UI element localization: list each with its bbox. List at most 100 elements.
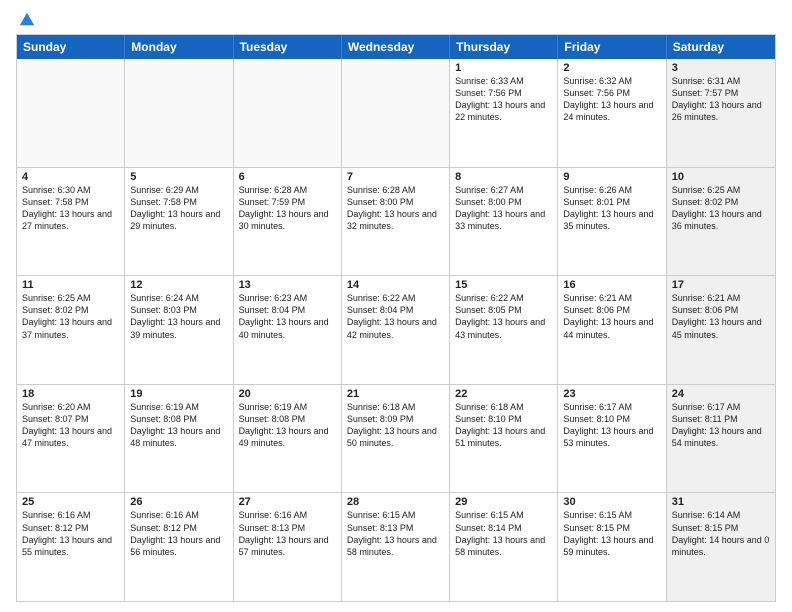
day-number: 2: [563, 62, 660, 74]
cell-info: Sunrise: 6:25 AM Sunset: 8:02 PM Dayligh…: [22, 292, 119, 341]
cal-cell: 22Sunrise: 6:18 AM Sunset: 8:10 PM Dayli…: [450, 385, 558, 493]
cal-header-wednesday: Wednesday: [342, 35, 450, 59]
day-number: 16: [563, 279, 660, 291]
cell-info: Sunrise: 6:25 AM Sunset: 8:02 PM Dayligh…: [672, 184, 770, 233]
logo: [16, 10, 36, 28]
day-number: 21: [347, 388, 444, 400]
cell-info: Sunrise: 6:15 AM Sunset: 8:13 PM Dayligh…: [347, 509, 444, 558]
day-number: 25: [22, 496, 119, 508]
cal-cell: 24Sunrise: 6:17 AM Sunset: 8:11 PM Dayli…: [667, 385, 775, 493]
cell-info: Sunrise: 6:31 AM Sunset: 7:57 PM Dayligh…: [672, 75, 770, 124]
day-number: 30: [563, 496, 660, 508]
cal-week-2: 4Sunrise: 6:30 AM Sunset: 7:58 PM Daylig…: [17, 167, 775, 276]
cal-cell: 29Sunrise: 6:15 AM Sunset: 8:14 PM Dayli…: [450, 493, 558, 601]
day-number: 31: [672, 496, 770, 508]
day-number: 9: [563, 171, 660, 183]
cal-cell: 28Sunrise: 6:15 AM Sunset: 8:13 PM Dayli…: [342, 493, 450, 601]
cal-cell: 14Sunrise: 6:22 AM Sunset: 8:04 PM Dayli…: [342, 276, 450, 384]
calendar-body: 1Sunrise: 6:33 AM Sunset: 7:56 PM Daylig…: [17, 59, 775, 601]
cal-cell: [125, 59, 233, 167]
cal-cell: 19Sunrise: 6:19 AM Sunset: 8:08 PM Dayli…: [125, 385, 233, 493]
day-number: 12: [130, 279, 227, 291]
day-number: 11: [22, 279, 119, 291]
cal-header-thursday: Thursday: [450, 35, 558, 59]
day-number: 19: [130, 388, 227, 400]
cal-cell: 27Sunrise: 6:16 AM Sunset: 8:13 PM Dayli…: [234, 493, 342, 601]
cal-header-monday: Monday: [125, 35, 233, 59]
cell-info: Sunrise: 6:29 AM Sunset: 7:58 PM Dayligh…: [130, 184, 227, 233]
cell-info: Sunrise: 6:22 AM Sunset: 8:05 PM Dayligh…: [455, 292, 552, 341]
cal-cell: 8Sunrise: 6:27 AM Sunset: 8:00 PM Daylig…: [450, 168, 558, 276]
cal-cell: [234, 59, 342, 167]
day-number: 28: [347, 496, 444, 508]
cal-header-friday: Friday: [558, 35, 666, 59]
day-number: 20: [239, 388, 336, 400]
cal-cell: 13Sunrise: 6:23 AM Sunset: 8:04 PM Dayli…: [234, 276, 342, 384]
day-number: 3: [672, 62, 770, 74]
cal-cell: 31Sunrise: 6:14 AM Sunset: 8:15 PM Dayli…: [667, 493, 775, 601]
cell-info: Sunrise: 6:14 AM Sunset: 8:15 PM Dayligh…: [672, 509, 770, 558]
header: [16, 10, 776, 28]
day-number: 4: [22, 171, 119, 183]
cell-info: Sunrise: 6:30 AM Sunset: 7:58 PM Dayligh…: [22, 184, 119, 233]
day-number: 7: [347, 171, 444, 183]
cal-cell: 5Sunrise: 6:29 AM Sunset: 7:58 PM Daylig…: [125, 168, 233, 276]
day-number: 18: [22, 388, 119, 400]
cal-cell: 11Sunrise: 6:25 AM Sunset: 8:02 PM Dayli…: [17, 276, 125, 384]
day-number: 8: [455, 171, 552, 183]
cell-info: Sunrise: 6:27 AM Sunset: 8:00 PM Dayligh…: [455, 184, 552, 233]
day-number: 23: [563, 388, 660, 400]
cal-week-3: 11Sunrise: 6:25 AM Sunset: 8:02 PM Dayli…: [17, 275, 775, 384]
cal-cell: 12Sunrise: 6:24 AM Sunset: 8:03 PM Dayli…: [125, 276, 233, 384]
cal-cell: 3Sunrise: 6:31 AM Sunset: 7:57 PM Daylig…: [667, 59, 775, 167]
cell-info: Sunrise: 6:21 AM Sunset: 8:06 PM Dayligh…: [563, 292, 660, 341]
cal-cell: 10Sunrise: 6:25 AM Sunset: 8:02 PM Dayli…: [667, 168, 775, 276]
cell-info: Sunrise: 6:33 AM Sunset: 7:56 PM Dayligh…: [455, 75, 552, 124]
day-number: 29: [455, 496, 552, 508]
cell-info: Sunrise: 6:17 AM Sunset: 8:10 PM Dayligh…: [563, 401, 660, 450]
cal-cell: 23Sunrise: 6:17 AM Sunset: 8:10 PM Dayli…: [558, 385, 666, 493]
cell-info: Sunrise: 6:28 AM Sunset: 8:00 PM Dayligh…: [347, 184, 444, 233]
cal-cell: 21Sunrise: 6:18 AM Sunset: 8:09 PM Dayli…: [342, 385, 450, 493]
cal-cell: 1Sunrise: 6:33 AM Sunset: 7:56 PM Daylig…: [450, 59, 558, 167]
cal-cell: 25Sunrise: 6:16 AM Sunset: 8:12 PM Dayli…: [17, 493, 125, 601]
cell-info: Sunrise: 6:19 AM Sunset: 8:08 PM Dayligh…: [130, 401, 227, 450]
cell-info: Sunrise: 6:20 AM Sunset: 8:07 PM Dayligh…: [22, 401, 119, 450]
calendar-header-row: SundayMondayTuesdayWednesdayThursdayFrid…: [17, 35, 775, 59]
day-number: 6: [239, 171, 336, 183]
cell-info: Sunrise: 6:18 AM Sunset: 8:09 PM Dayligh…: [347, 401, 444, 450]
day-number: 5: [130, 171, 227, 183]
cal-cell: 4Sunrise: 6:30 AM Sunset: 7:58 PM Daylig…: [17, 168, 125, 276]
cal-cell: 26Sunrise: 6:16 AM Sunset: 8:12 PM Dayli…: [125, 493, 233, 601]
day-number: 27: [239, 496, 336, 508]
cell-info: Sunrise: 6:15 AM Sunset: 8:15 PM Dayligh…: [563, 509, 660, 558]
cell-info: Sunrise: 6:32 AM Sunset: 7:56 PM Dayligh…: [563, 75, 660, 124]
page: SundayMondayTuesdayWednesdayThursdayFrid…: [0, 0, 792, 612]
cal-cell: 9Sunrise: 6:26 AM Sunset: 8:01 PM Daylig…: [558, 168, 666, 276]
cell-info: Sunrise: 6:28 AM Sunset: 7:59 PM Dayligh…: [239, 184, 336, 233]
cal-cell: 16Sunrise: 6:21 AM Sunset: 8:06 PM Dayli…: [558, 276, 666, 384]
cal-cell: 2Sunrise: 6:32 AM Sunset: 7:56 PM Daylig…: [558, 59, 666, 167]
cal-week-1: 1Sunrise: 6:33 AM Sunset: 7:56 PM Daylig…: [17, 59, 775, 167]
cell-info: Sunrise: 6:16 AM Sunset: 8:12 PM Dayligh…: [130, 509, 227, 558]
cal-week-5: 25Sunrise: 6:16 AM Sunset: 8:12 PM Dayli…: [17, 492, 775, 601]
day-number: 13: [239, 279, 336, 291]
cal-cell: 30Sunrise: 6:15 AM Sunset: 8:15 PM Dayli…: [558, 493, 666, 601]
cell-info: Sunrise: 6:22 AM Sunset: 8:04 PM Dayligh…: [347, 292, 444, 341]
cell-info: Sunrise: 6:26 AM Sunset: 8:01 PM Dayligh…: [563, 184, 660, 233]
cell-info: Sunrise: 6:15 AM Sunset: 8:14 PM Dayligh…: [455, 509, 552, 558]
day-number: 10: [672, 171, 770, 183]
cell-info: Sunrise: 6:19 AM Sunset: 8:08 PM Dayligh…: [239, 401, 336, 450]
day-number: 24: [672, 388, 770, 400]
day-number: 1: [455, 62, 552, 74]
cell-info: Sunrise: 6:21 AM Sunset: 8:06 PM Dayligh…: [672, 292, 770, 341]
cal-cell: 18Sunrise: 6:20 AM Sunset: 8:07 PM Dayli…: [17, 385, 125, 493]
cal-cell: 6Sunrise: 6:28 AM Sunset: 7:59 PM Daylig…: [234, 168, 342, 276]
cal-week-4: 18Sunrise: 6:20 AM Sunset: 8:07 PM Dayli…: [17, 384, 775, 493]
cal-cell: [17, 59, 125, 167]
day-number: 22: [455, 388, 552, 400]
cell-info: Sunrise: 6:24 AM Sunset: 8:03 PM Dayligh…: [130, 292, 227, 341]
day-number: 14: [347, 279, 444, 291]
cell-info: Sunrise: 6:16 AM Sunset: 8:12 PM Dayligh…: [22, 509, 119, 558]
logo-icon: [18, 10, 36, 28]
